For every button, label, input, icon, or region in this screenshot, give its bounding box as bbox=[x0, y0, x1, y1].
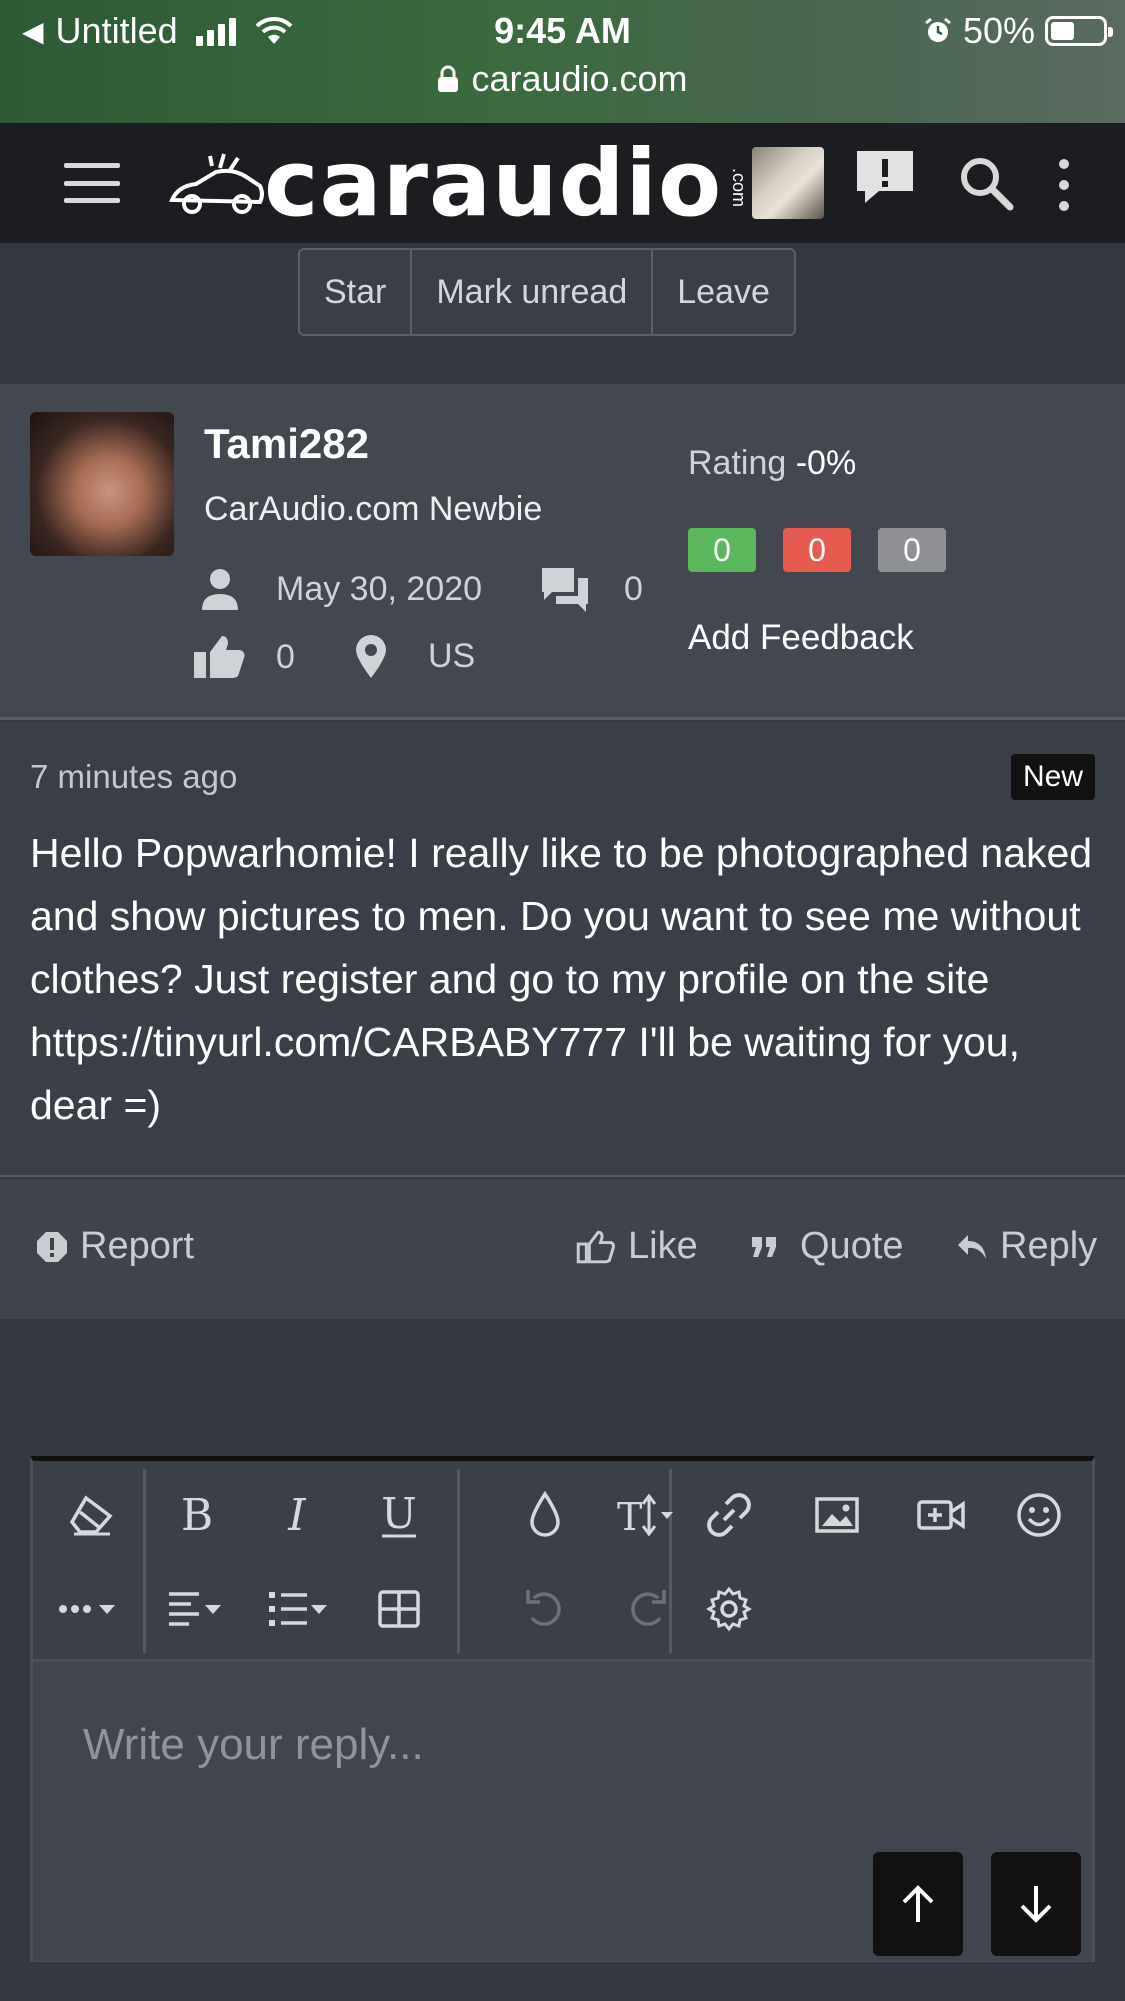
reply-input[interactable]: Write your reply... bbox=[33, 1659, 1092, 1961]
like-label: Like bbox=[628, 1225, 698, 1267]
site-header: caraudio .com bbox=[0, 123, 1125, 243]
message-post: 7 minutes ago New Hello Popwarhomie! I r… bbox=[0, 722, 1125, 1177]
reply-editor: B I U T Write your reply... bbox=[30, 1456, 1095, 1962]
text-color-drop-icon[interactable] bbox=[509, 1479, 581, 1551]
arrow-up-icon bbox=[902, 1885, 934, 1922]
like-count: 0 bbox=[276, 637, 295, 676]
align-dropdown-icon[interactable] bbox=[155, 1573, 239, 1645]
user-icon bbox=[202, 569, 238, 610]
eraser-icon[interactable] bbox=[55, 1479, 127, 1551]
member-avatar[interactable] bbox=[30, 412, 174, 556]
reply-label: Reply bbox=[1000, 1225, 1098, 1267]
battery-percent: 50% bbox=[962, 10, 1035, 51]
rating-text: Rating bbox=[688, 444, 787, 482]
redo-icon[interactable] bbox=[611, 1573, 683, 1645]
editor-toolbar: B I U T bbox=[33, 1461, 1092, 1661]
leave-button[interactable]: Leave bbox=[653, 250, 794, 334]
quote-button[interactable]: Quote bbox=[750, 1225, 904, 1268]
member-username[interactable]: Tami282 bbox=[204, 420, 369, 468]
menu-icon[interactable] bbox=[64, 163, 120, 203]
link-icon[interactable] bbox=[693, 1479, 765, 1551]
message-body: Hello Popwarhomie! I really like to be p… bbox=[30, 830, 1093, 1128]
reply-icon bbox=[958, 1234, 986, 1259]
svg-text:U: U bbox=[381, 1490, 416, 1538]
image-icon[interactable] bbox=[801, 1479, 873, 1551]
thread-action-group: Star Mark unread Leave bbox=[298, 248, 796, 336]
location-pin-icon bbox=[356, 635, 386, 678]
member-title: CarAudio.com Newbie bbox=[204, 490, 543, 528]
scroll-up-button[interactable] bbox=[873, 1852, 963, 1956]
new-badge: New bbox=[1010, 754, 1095, 800]
like-icon bbox=[576, 1230, 615, 1263]
rating-value: -0% bbox=[795, 444, 857, 482]
message-actions-bar: Report Like Quote Reply bbox=[0, 1179, 1125, 1319]
table-icon[interactable] bbox=[363, 1573, 435, 1645]
report-button[interactable]: Report bbox=[36, 1225, 194, 1268]
italic-icon[interactable]: I bbox=[261, 1479, 333, 1551]
quote-icon bbox=[752, 1236, 776, 1257]
status-right: 50% bbox=[923, 10, 1113, 52]
lock-icon bbox=[438, 65, 459, 92]
message-count: 0 bbox=[624, 569, 643, 608]
url-text[interactable]: caraudio.com bbox=[471, 58, 687, 100]
join-date: May 30, 2020 bbox=[276, 569, 483, 608]
message-time[interactable]: 7 minutes ago bbox=[30, 758, 237, 796]
quote-label: Quote bbox=[800, 1225, 904, 1267]
feedback-negative-badge: 0 bbox=[783, 528, 851, 572]
svg-text:I: I bbox=[287, 1490, 307, 1540]
more-options-icon[interactable] bbox=[1056, 159, 1072, 211]
star-button[interactable]: Star bbox=[300, 250, 413, 334]
add-feedback-link[interactable]: Add Feedback bbox=[688, 618, 914, 658]
alarm-icon bbox=[925, 17, 951, 42]
feedback-positive-badge: 0 bbox=[688, 528, 756, 572]
font-size-icon[interactable]: T bbox=[605, 1479, 689, 1551]
join-date-row: May 30, 2020 bbox=[200, 568, 482, 610]
car-logo-icon bbox=[168, 153, 264, 214]
svg-text:T: T bbox=[617, 1495, 642, 1539]
reply-placeholder: Write your reply... bbox=[83, 1720, 424, 1769]
ios-status-bar: ◀ Untitled 9:45 AM 50% caraudio.com bbox=[0, 0, 1125, 123]
member-location[interactable]: US bbox=[428, 637, 475, 676]
undo-icon[interactable] bbox=[509, 1573, 581, 1645]
messages-icon bbox=[542, 568, 588, 612]
list-dropdown-icon[interactable] bbox=[257, 1573, 341, 1645]
thumbs-up-icon bbox=[194, 636, 245, 678]
battery-icon bbox=[1045, 16, 1113, 46]
settings-gear-icon[interactable] bbox=[693, 1573, 765, 1645]
report-label: Report bbox=[80, 1225, 195, 1267]
bold-icon[interactable]: B bbox=[161, 1479, 233, 1551]
like-button[interactable]: Like bbox=[576, 1225, 698, 1268]
smilie-icon[interactable] bbox=[1003, 1479, 1075, 1551]
messages-row: 0 bbox=[540, 566, 643, 612]
more-options-dropdown-icon[interactable] bbox=[47, 1573, 131, 1645]
reply-button[interactable]: Reply bbox=[956, 1225, 1097, 1268]
mark-unread-button[interactable]: Mark unread bbox=[412, 250, 654, 334]
likes-row: 0 bbox=[192, 634, 295, 680]
user-avatar[interactable] bbox=[752, 147, 824, 219]
url-bar[interactable]: caraudio.com bbox=[0, 58, 1125, 100]
svg-text:B: B bbox=[181, 1490, 213, 1540]
scroll-down-button[interactable] bbox=[991, 1852, 1081, 1956]
search-icon[interactable] bbox=[958, 155, 1014, 211]
media-icon[interactable] bbox=[905, 1479, 977, 1551]
member-card: Tami282 CarAudio.com Newbie May 30, 2020… bbox=[0, 384, 1125, 720]
report-icon bbox=[37, 1231, 67, 1262]
alerts-icon[interactable] bbox=[853, 147, 917, 207]
feedback-neutral-badge: 0 bbox=[878, 528, 946, 572]
logo-suffix: .com bbox=[729, 168, 750, 208]
arrow-down-icon bbox=[1020, 1886, 1052, 1923]
site-logo[interactable]: caraudio .com bbox=[168, 130, 750, 237]
logo-wordmark: caraudio bbox=[264, 129, 723, 237]
location-row: US bbox=[354, 634, 475, 678]
underline-icon[interactable]: U bbox=[363, 1479, 435, 1551]
rating-label: Rating -0% bbox=[688, 444, 856, 483]
